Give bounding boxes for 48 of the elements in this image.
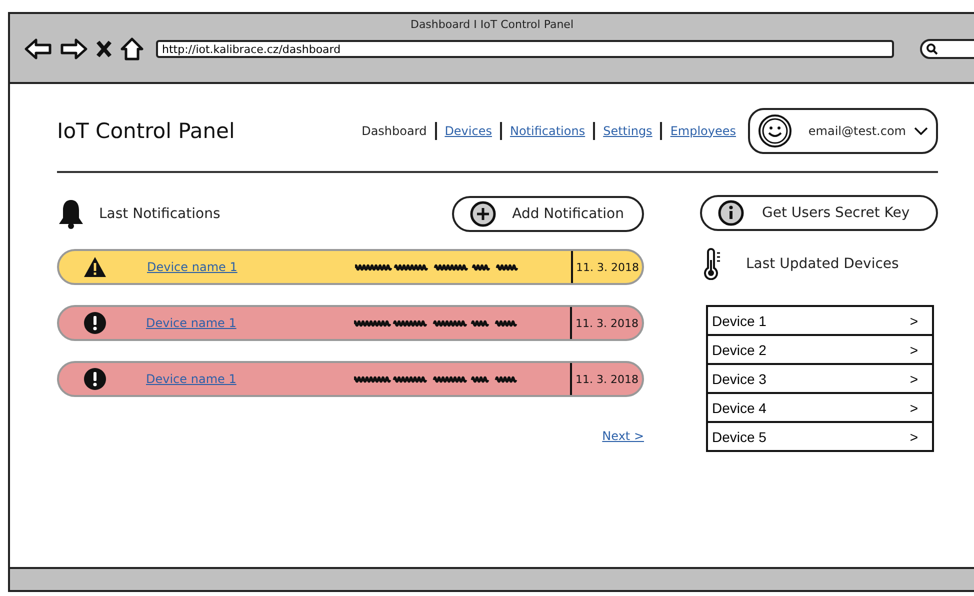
device-name: Device 1 — [712, 312, 766, 328]
info-icon — [718, 200, 744, 226]
nav-link[interactable]: Dashboard — [354, 122, 435, 140]
device-list-item[interactable]: Device 5 > — [708, 421, 932, 450]
exclamation-icon — [84, 368, 106, 390]
warning-icon — [83, 256, 107, 278]
section-title: Last Notifications — [99, 206, 222, 222]
nav-link[interactable]: Settings — [593, 122, 660, 140]
search-icon — [926, 43, 938, 55]
window-title: Dashboard I IoT Control Panel — [410, 18, 574, 31]
plus-icon — [470, 201, 496, 227]
device-list-item[interactable]: Device 3 > — [708, 363, 932, 392]
secret-key-button[interactable]: Get Users Secret Key — [700, 195, 938, 231]
arrow-glyph: > — [910, 370, 918, 386]
arrow-glyph: > — [910, 342, 918, 358]
user-menu[interactable]: email@test.com — [748, 108, 938, 154]
arrow-glyph: > — [910, 312, 918, 328]
nav-link[interactable]: Employees — [660, 122, 744, 140]
home-icon[interactable] — [120, 37, 144, 61]
add-notification-button[interactable]: Add Notification — [452, 196, 644, 232]
forward-icon[interactable] — [60, 38, 88, 60]
device-list-item[interactable]: Device 2 > — [708, 334, 932, 363]
device-name: Device 2 — [712, 342, 766, 358]
device-list-item[interactable]: Device 4 > — [708, 392, 932, 421]
smiley-icon — [758, 114, 792, 148]
section-title: Last Updated Devices — [746, 256, 900, 272]
search-field[interactable] — [920, 39, 974, 59]
nav-link[interactable]: Notifications — [500, 122, 594, 140]
device-name: Device 3 — [712, 370, 766, 386]
device-name: Device 4 — [712, 400, 766, 416]
notification-date: 11. 3. 2018 — [576, 260, 639, 274]
arrow-glyph: > — [910, 400, 918, 416]
nav-link[interactable]: Devices — [434, 122, 500, 140]
device-name: Device 5 — [712, 428, 766, 444]
notification-date: 11. 3. 2018 — [576, 372, 638, 386]
address-field[interactable]: http://iot.kalibrace.cz/dashboard — [156, 40, 894, 58]
exclamation-icon — [84, 312, 106, 334]
app-title: IoT Control Panel — [57, 118, 236, 142]
notification-date: 11. 3. 2018 — [576, 316, 638, 330]
thermometer-icon — [704, 248, 722, 280]
back-icon[interactable] — [24, 38, 52, 60]
chevron-down-icon — [914, 126, 928, 134]
device-list-item[interactable]: Device 1 > — [708, 307, 932, 334]
next-link[interactable]: Next > — [602, 429, 644, 443]
arrow-glyph: > — [910, 428, 918, 444]
close-icon[interactable] — [96, 40, 112, 58]
device-link[interactable]: Device name 1 — [147, 260, 295, 274]
bell-icon — [57, 198, 85, 230]
